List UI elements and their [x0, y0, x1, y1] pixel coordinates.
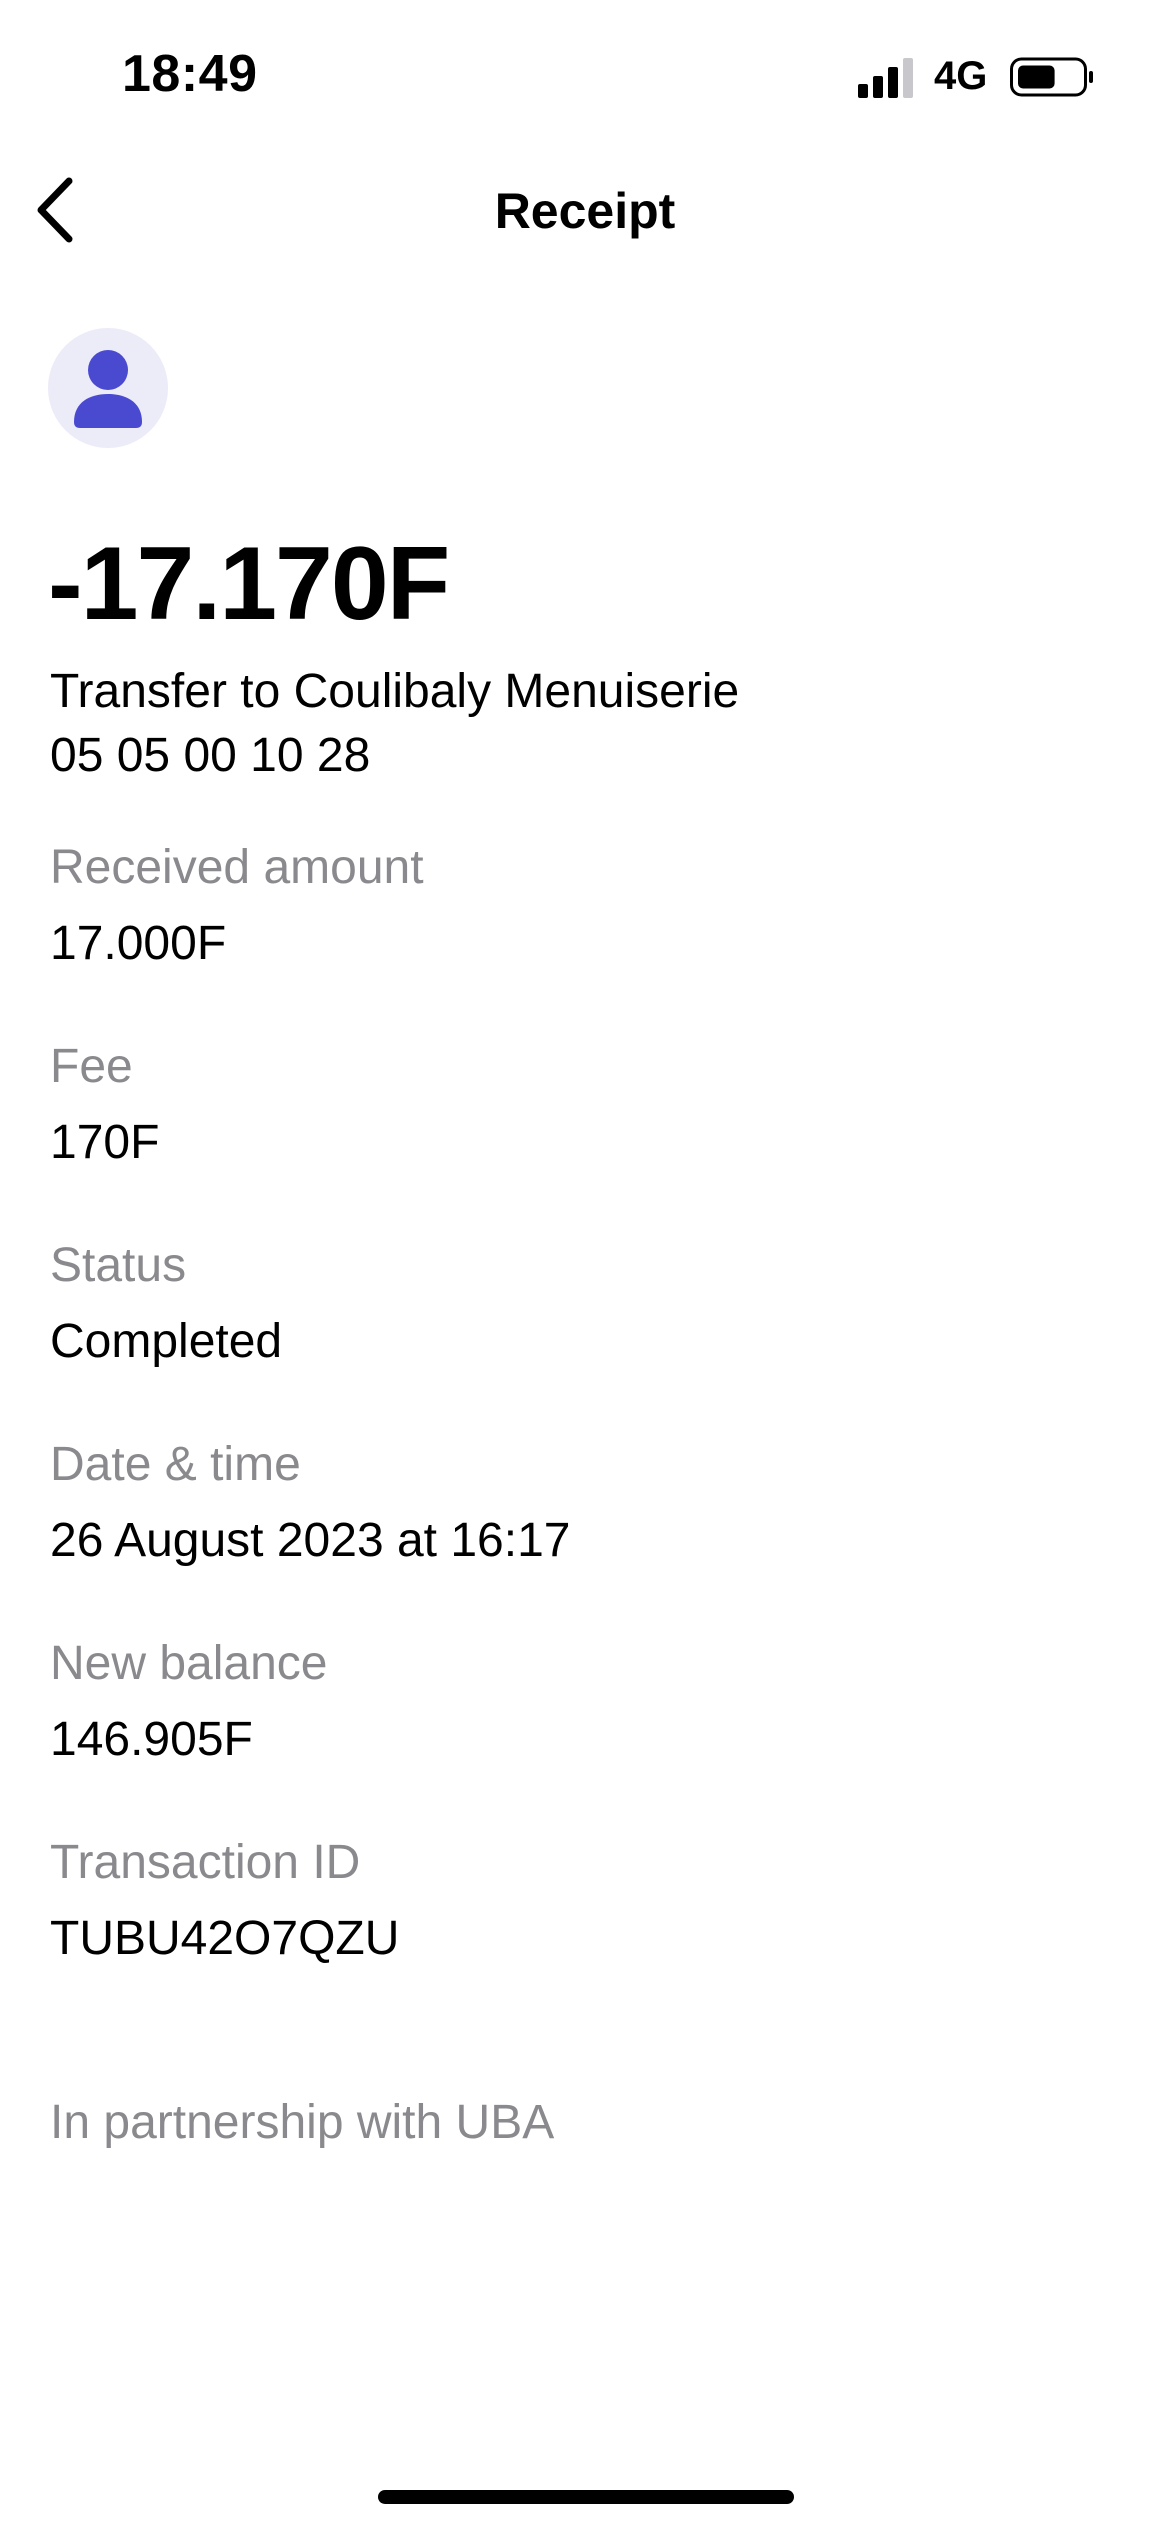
- detail-status: Status Completed: [50, 1236, 282, 1372]
- status-time: 18:49: [122, 45, 258, 103]
- detail-fee: Fee 170F: [50, 1037, 159, 1173]
- avatar: [48, 328, 168, 448]
- network-type: 4G: [934, 54, 988, 98]
- detail-label: Fee: [50, 1040, 133, 1093]
- page-title: Receipt: [494, 183, 676, 239]
- home-indicator[interactable]: [378, 2490, 794, 2504]
- detail-new-balance: New balance 146.905F: [50, 1634, 328, 1770]
- detail-value: 26 August 2023 at 16:17: [50, 1514, 571, 1567]
- detail-label: Date & time: [50, 1438, 301, 1491]
- battery-icon: [1010, 57, 1093, 97]
- detail-value: 170F: [50, 1116, 160, 1169]
- status-bar: 18:49 4G: [0, 0, 1170, 150]
- person-icon: [74, 350, 142, 428]
- nav-bar: Receipt: [0, 160, 1170, 260]
- detail-transaction-id: Transaction ID TUBU42O7QZU: [50, 1833, 399, 1969]
- detail-received-amount: Received amount 17.000F: [50, 838, 424, 974]
- detail-label: New balance: [50, 1637, 328, 1690]
- partnership-note: In partnership with UBA: [50, 2096, 555, 2149]
- detail-value: 146.905F: [50, 1713, 253, 1766]
- recipient-phone: 05 05 00 10 28: [50, 729, 371, 782]
- transfer-recipient: Transfer to Coulibaly Menuiserie 05 05 0…: [50, 660, 739, 788]
- detail-date-time: Date & time 26 August 2023 at 16:17: [50, 1435, 570, 1571]
- detail-label: Transaction ID: [50, 1836, 361, 1889]
- transfer-description: Transfer to Coulibaly Menuiserie: [50, 665, 740, 718]
- detail-label: Received amount: [50, 841, 424, 894]
- detail-label: Status: [50, 1239, 187, 1292]
- detail-value[interactable]: TUBU42O7QZU: [50, 1909, 399, 1969]
- detail-value: Completed: [50, 1315, 283, 1368]
- detail-value: 17.000F: [50, 917, 227, 970]
- cellular-signal-icon: [858, 58, 913, 98]
- transaction-amount: -17.170F: [48, 526, 450, 642]
